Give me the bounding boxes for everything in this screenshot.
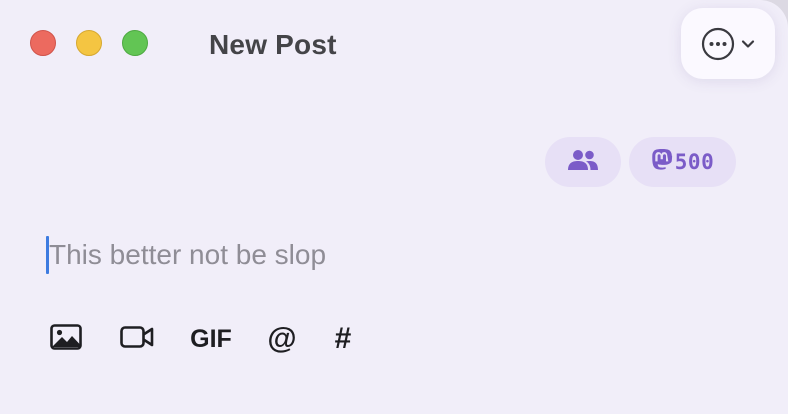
more-options-menu-button[interactable] bbox=[681, 8, 775, 79]
mention-button[interactable]: @ bbox=[264, 320, 300, 358]
window-title: New Post bbox=[209, 29, 337, 60]
minimize-window-button[interactable] bbox=[76, 30, 102, 56]
hashtag-label: # bbox=[334, 322, 352, 355]
zoom-window-button[interactable] bbox=[122, 30, 148, 56]
mention-label: @ bbox=[267, 322, 297, 355]
add-video-button[interactable] bbox=[118, 320, 156, 358]
video-camera-icon bbox=[120, 325, 154, 354]
post-composer[interactable] bbox=[46, 232, 726, 278]
add-gif-button[interactable]: GIF bbox=[188, 320, 234, 358]
close-window-button[interactable] bbox=[30, 30, 56, 56]
post-text-input[interactable] bbox=[49, 232, 709, 278]
mastodon-icon bbox=[651, 148, 673, 177]
account-char-count-button[interactable]: 500 bbox=[629, 137, 736, 187]
people-icon bbox=[567, 149, 599, 176]
hashtag-button[interactable]: # bbox=[328, 320, 358, 358]
add-image-button[interactable] bbox=[48, 320, 84, 358]
ellipsis-circle-icon bbox=[701, 27, 735, 61]
chevron-down-icon bbox=[741, 39, 755, 49]
new-post-window: New Post 500 This better not be slop GIF… bbox=[0, 0, 788, 414]
image-icon bbox=[50, 323, 82, 355]
character-count: 500 bbox=[674, 150, 715, 174]
gif-label: GIF bbox=[190, 324, 232, 353]
audience-selector-button[interactable] bbox=[545, 137, 621, 187]
